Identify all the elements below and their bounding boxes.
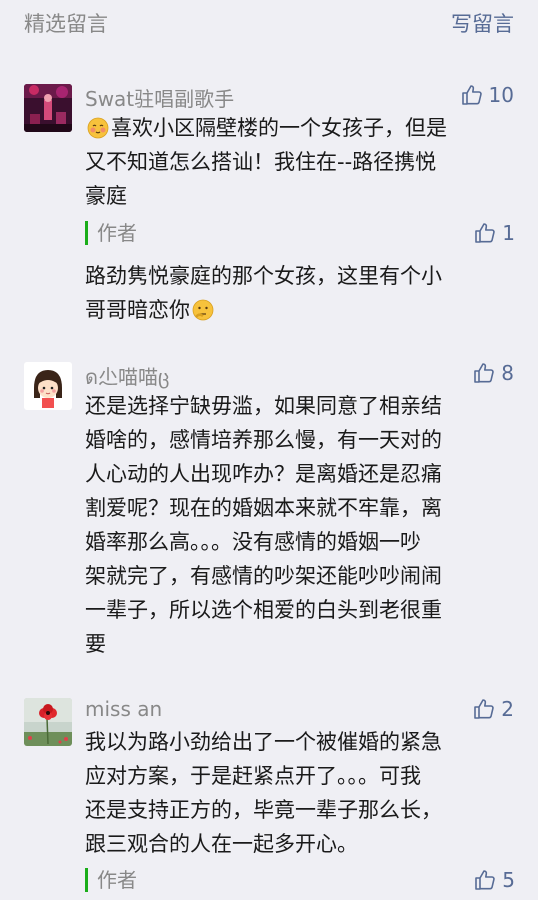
comment-text-line: 我以为路小劲给出了一个被催婚的紧急 [85,730,442,754]
comment-text: 喜欢小区隔壁楼的一个女孩子，但是 又不知道怎么搭讪！我住在--路径携悦 豪庭 [85,111,515,213]
comment-text-line: 人心动的人出现咋办？是离婚还是忍痛 [85,462,442,486]
comments-header: 精选留言 写留言 [0,0,538,50]
thumbs-up-icon [474,363,495,383]
like-button[interactable]: 10 [460,83,514,107]
like-button[interactable]: 2 [472,697,514,721]
avatar[interactable] [24,84,72,132]
avatar[interactable] [24,362,72,410]
reply-text-line: 哥哥暗恋你 [85,293,515,327]
comment-text-line: 婚啥的，感情培养那么慢，有一天对的 [85,428,442,452]
comment-text-line: 割爱呢？现在的婚姻本来就不牢靠，离 [85,496,442,520]
comment-text-line: 跟三观合的人在一起多开心。 [85,832,358,856]
comment-text-line: 架就完了，有感情的吵架还能吵吵闹闹 [85,564,442,588]
reply-text-line: 路劲隽悦豪庭的那个女孩，这里有个小 [85,264,442,288]
comment-text-line: 豪庭 [85,184,127,208]
comment-text: 还是选择宁缺毋滥，如果同意了相亲结 婚啥的，感情培养那么慢，有一天对的 人心动的… [85,389,515,661]
comment-text: 我以为路小劲给出了一个被催婚的紧急 应对方案，于是赶紧点开了。。。可我 还是支持… [85,725,515,861]
author-label: 作者 [85,221,137,245]
featured-comments-title: 精选留言 [24,12,108,36]
thumbs-up-icon [474,699,495,719]
write-comment-button[interactable]: 写留言 [451,8,514,38]
comment-text-line: 一辈子，所以选个相爱的白头到老很重 [85,598,442,622]
like-button[interactable]: 1 [473,221,515,245]
comment-text-line: 喜欢小区隔壁楼的一个女孩子，但是 [85,111,515,145]
like-button[interactable]: 8 [472,361,514,385]
reply-text: 路劲隽悦豪庭的那个女孩，这里有个小 哥哥暗恋你 [85,259,515,327]
comment-text-line: 要 [85,632,106,656]
thinking-emoji-icon [192,299,214,321]
comment-text-line: 婚率那么高。。。没有感情的婚姻一吵 [85,530,421,554]
comment-text-line: 还是选择宁缺毋滥，如果同意了相亲结 [85,394,442,418]
cartoon-girl-avatar-icon [24,362,72,410]
avatar[interactable] [24,698,72,746]
like-button[interactable]: 5 [473,868,515,892]
comment-text-line: 应对方案，于是赶紧点开了。。。可我 [85,764,421,788]
red-flower-photo-icon [24,698,72,746]
like-count: 10 [488,83,514,107]
thumbs-up-icon [461,85,482,105]
comment-nickname: miss an [85,697,163,721]
comment-text-line: 又不知道怎么搭讪！我住在--路径携悦 [85,150,437,174]
thumbs-up-icon [475,870,496,890]
like-count: 2 [501,697,514,721]
like-count: 1 [502,221,515,245]
author-label: 作者 [85,868,137,892]
like-count: 8 [501,361,514,385]
like-count: 5 [502,868,515,892]
comment-nickname: Swat驻唱副歌手 [85,87,235,111]
shy-blush-emoji-icon [87,117,109,139]
comment-text-line: 还是支持正方的，毕竟一辈子那么长， [85,798,442,822]
thumbs-up-icon [475,223,496,243]
concert-stage-photo-icon [24,84,72,132]
